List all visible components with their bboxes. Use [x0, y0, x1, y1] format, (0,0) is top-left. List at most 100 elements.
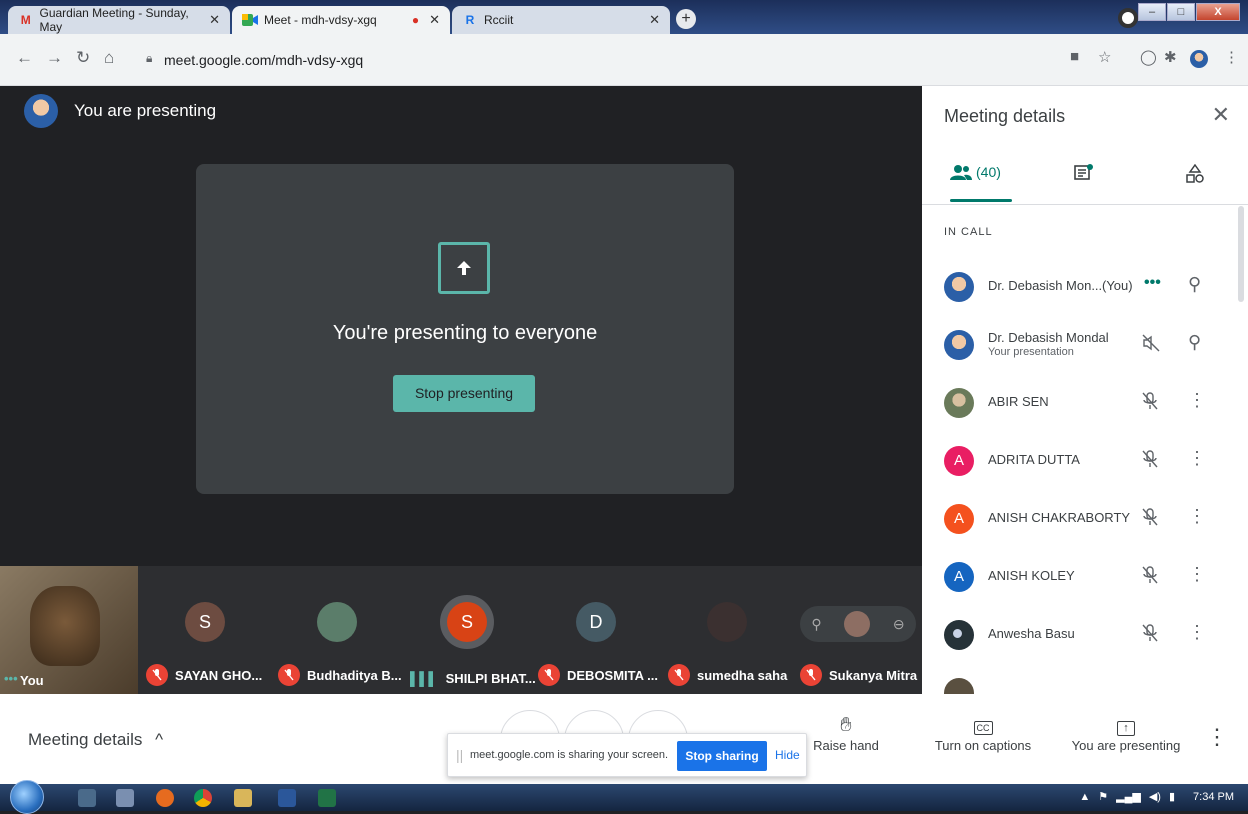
list-item[interactable]: Dr. Debasish Mon... (You) ••• ⚲ [922, 266, 1248, 316]
window-close-button[interactable]: X [1196, 3, 1240, 21]
profile-avatar[interactable] [1190, 50, 1208, 68]
more-options-icon[interactable]: ⋮ [1206, 724, 1228, 750]
flag-icon[interactable]: ⚑ [1098, 790, 1108, 803]
hide-link[interactable]: Hide [775, 748, 800, 762]
mic-off-icon [1142, 624, 1158, 647]
home-icon[interactable]: ⌂ [104, 48, 114, 68]
list-item[interactable]: ABIR SEN ⋮ [922, 382, 1248, 432]
pin-icon[interactable]: ⚲ [1188, 274, 1201, 295]
minimize-button[interactable]: – [1138, 3, 1166, 21]
tab-meet[interactable]: Meet - mdh-vdsy-xgq ● ✕ [232, 6, 450, 34]
participant-tile[interactable]: Budhaditya B... [272, 566, 402, 694]
battery-icon[interactable]: ▮ [1169, 790, 1175, 803]
avatar [944, 620, 974, 650]
mic-off-icon [278, 664, 300, 686]
more-icon[interactable]: ⋮ [1188, 564, 1206, 585]
firefox-icon[interactable] [156, 789, 174, 807]
camera-icon[interactable]: ■ [1070, 48, 1079, 65]
close-icon[interactable]: ✕ [209, 12, 220, 28]
audio-level-icon: ▌▌▌ [410, 671, 438, 686]
close-icon[interactable]: ✕ [649, 12, 660, 28]
pin-icon[interactable]: ⚲ [811, 616, 821, 633]
meeting-details-label: Meeting details [28, 730, 143, 749]
participant-name: sumedha saha [697, 667, 788, 683]
list-item[interactable]: A ANISH KOLEY ⋮ [922, 556, 1248, 606]
more-icon[interactable]: ⋮ [1188, 622, 1206, 643]
volume-icon[interactable]: ◀︎) [1149, 790, 1161, 803]
participant-name: Anwesha Basu [988, 626, 1075, 641]
url-field[interactable]: 🔒︎ meet.google.com/mdh-vdsy-xgq [130, 44, 1050, 76]
stop-presenting-button[interactable]: Stop presenting [393, 375, 535, 412]
presenting-label: You are presenting [74, 101, 217, 120]
presenter-header: You are presenting [24, 94, 216, 128]
maximize-button[interactable]: □ [1167, 3, 1195, 21]
participant-tile[interactable]: S SAYAN GHO... [140, 566, 270, 694]
clock[interactable]: 7:34 PM [1193, 791, 1234, 803]
raise-hand-label: Raise hand [813, 738, 879, 753]
mic-off-icon [538, 664, 560, 686]
remove-icon[interactable]: ⊖ [893, 616, 905, 633]
hand-icon: ✋︎ [840, 714, 852, 736]
mic-off-icon [668, 664, 690, 686]
bookmark-star-icon[interactable]: ☆ [1098, 48, 1111, 66]
list-item[interactable]: A ADRITA DUTTA ⋮ [922, 440, 1248, 490]
forward-icon[interactable]: → [46, 48, 63, 68]
stop-sharing-button[interactable]: Stop sharing [677, 741, 767, 771]
extension-icon[interactable]: ◯ [1140, 48, 1157, 66]
network-icon[interactable]: ▂▄▆ [1116, 790, 1141, 803]
present-button[interactable]: ↑ You are presenting [1066, 712, 1186, 753]
avatar [317, 602, 357, 642]
participant-tile[interactable]: S ▌▌▌ SHILPI BHAT... [404, 566, 536, 694]
close-icon[interactable]: ✕ [429, 12, 440, 28]
divider [922, 204, 1248, 205]
avatar [944, 330, 974, 360]
pin-icon[interactable]: ⚲ [1188, 332, 1201, 353]
reload-icon[interactable]: ↻ [76, 48, 90, 68]
folder-icon[interactable] [234, 789, 252, 807]
gmail-icon: M [20, 13, 31, 27]
captions-button[interactable]: CC Turn on captions [928, 712, 1038, 753]
new-tab-button[interactable]: + [676, 9, 696, 29]
avatar: S [185, 602, 225, 642]
activities-icon [1186, 164, 1204, 183]
more-icon[interactable]: ⋮ [1188, 506, 1206, 527]
tab-gmail[interactable]: M Guardian Meeting - Sunday, May ✕ [8, 6, 230, 34]
tab-title: Rcciit [484, 13, 514, 27]
list-item[interactable]: A ANISH CHAKRABORTY ⋮ [922, 498, 1248, 548]
puzzle-icon[interactable]: ✱ [1164, 48, 1177, 66]
tab-rcciit[interactable]: R Rcciit ✕ [452, 6, 670, 34]
participant-name: ANISH KOLEY [988, 568, 1075, 583]
people-count: (40) [976, 164, 1001, 180]
back-icon[interactable]: ← [16, 48, 33, 68]
menu-icon[interactable]: ⋮ [1224, 48, 1239, 66]
app-icon[interactable] [78, 789, 96, 807]
start-button[interactable] [10, 780, 44, 814]
participant-tile[interactable]: D DEBOSMITA ... [532, 566, 660, 694]
profile-icon[interactable] [1118, 8, 1138, 28]
tab-chat[interactable] [1074, 164, 1094, 182]
participant-tile[interactable]: sumedha saha [662, 566, 792, 694]
close-icon[interactable]: ✕ [1212, 102, 1230, 128]
mic-off-icon [1142, 450, 1158, 473]
drag-handle-icon[interactable]: || [456, 747, 463, 763]
tab-people[interactable]: (40) [950, 164, 1001, 180]
tray-chevron-icon[interactable]: ▲ [1079, 791, 1090, 803]
tab-activities[interactable] [1186, 164, 1204, 184]
participant-name: ADRITA DUTTA [988, 452, 1080, 467]
excel-icon[interactable] [318, 789, 336, 807]
speaking-dots-icon: ••• [4, 671, 18, 686]
present-screen-icon [438, 242, 490, 294]
self-video-tile[interactable]: ••• You [0, 566, 138, 694]
more-icon[interactable]: ⋮ [1188, 448, 1206, 469]
app-icon[interactable] [116, 789, 134, 807]
speaking-dots-icon: ••• [1144, 274, 1161, 291]
chrome-icon[interactable] [194, 789, 212, 807]
more-icon[interactable]: ⋮ [1188, 390, 1206, 411]
word-icon[interactable] [278, 789, 296, 807]
recording-icon: ● [411, 13, 420, 27]
meeting-details-toggle[interactable]: Meeting details ^ [28, 730, 163, 750]
list-item[interactable]: Anwesha Basu ⋮ [922, 614, 1248, 664]
list-item[interactable]: Dr. Debasish Mondal Your presentation ⚲ [922, 324, 1248, 374]
raise-hand-button[interactable]: ✋︎ Raise hand [808, 712, 884, 753]
participant-name: Dr. Debasish Mon... [988, 278, 1103, 293]
